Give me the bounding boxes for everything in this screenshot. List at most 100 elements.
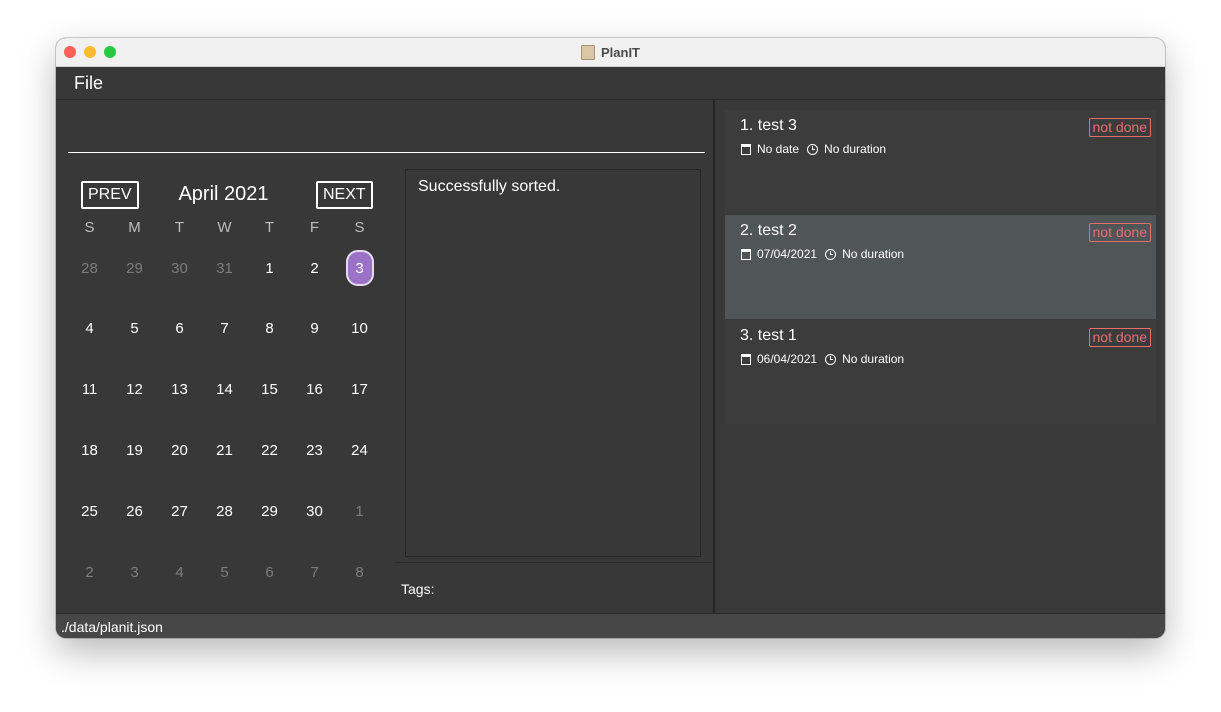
menu-file[interactable]: File bbox=[74, 73, 103, 94]
calendar-day[interactable]: 28 bbox=[202, 491, 247, 531]
calendar-day[interactable]: 16 bbox=[292, 369, 337, 409]
result-message: Successfully sorted. bbox=[418, 178, 561, 195]
result-panel: Successfully sorted. bbox=[395, 163, 712, 561]
calendar-day[interactable]: 14 bbox=[202, 369, 247, 409]
task-meta: 06/04/2021 No duration bbox=[741, 352, 904, 366]
calendar-day[interactable]: 10 bbox=[337, 308, 382, 348]
prev-month-button[interactable]: PREV bbox=[81, 181, 139, 209]
clock-icon bbox=[825, 353, 837, 365]
weekday-label: T bbox=[264, 219, 275, 236]
calendar-day[interactable]: 6 bbox=[247, 552, 292, 592]
status-bar: ./data/planit.json bbox=[56, 613, 1165, 638]
calendar-day[interactable]: 29 bbox=[247, 491, 292, 531]
calendar-day-today-cell[interactable]: 3 bbox=[337, 248, 382, 288]
calendar-day[interactable]: 1 bbox=[337, 491, 382, 531]
calendar-day[interactable]: 20 bbox=[157, 430, 202, 470]
calendar-day[interactable]: 2 bbox=[292, 248, 337, 288]
weekday-label: F bbox=[309, 219, 320, 236]
calendar-icon bbox=[741, 248, 751, 260]
task-title: 1. test 3 bbox=[740, 117, 797, 134]
calendar-day[interactable]: 1 bbox=[247, 248, 292, 288]
weekday-label: M bbox=[128, 219, 141, 236]
weekday-label: W bbox=[217, 219, 232, 236]
clock-icon bbox=[807, 143, 819, 155]
task-date: No date bbox=[757, 142, 800, 156]
task-duration: No duration bbox=[842, 247, 905, 261]
calendar-day[interactable]: 4 bbox=[157, 552, 202, 592]
calendar-week-row: 28 29 30 31 1 2 3 bbox=[67, 248, 382, 288]
calendar-icon bbox=[741, 353, 751, 365]
task-status-badge: not done bbox=[1088, 223, 1151, 242]
task-title: 3. test 1 bbox=[740, 327, 797, 344]
weekday-label: S bbox=[84, 219, 95, 236]
result-display[interactable]: Successfully sorted. bbox=[405, 169, 701, 557]
calendar-day[interactable]: 30 bbox=[292, 491, 337, 531]
calendar-weekday-header: S M T W T F S bbox=[67, 218, 382, 238]
task-duration: No duration bbox=[824, 142, 887, 156]
task-date: 06/04/2021 bbox=[757, 352, 818, 366]
clock-icon bbox=[825, 248, 837, 260]
calendar-day[interactable]: 2 bbox=[67, 552, 112, 592]
task-date: 07/04/2021 bbox=[757, 247, 818, 261]
menu-bar: File bbox=[56, 67, 1165, 100]
task-status-badge: not done bbox=[1088, 118, 1151, 137]
next-month-button[interactable]: NEXT bbox=[316, 181, 373, 209]
calendar-month-label: April 2021 bbox=[178, 183, 269, 205]
calendar-day[interactable]: 5 bbox=[202, 552, 247, 592]
weekday-label: S bbox=[354, 219, 365, 236]
calendar-day[interactable]: 17 bbox=[337, 369, 382, 409]
app-window: PlanIT File PREV April 2021 NEXT S M T W… bbox=[56, 38, 1165, 638]
weekday-label: T bbox=[174, 219, 185, 236]
calendar-week-row: 25 26 27 28 29 30 1 bbox=[67, 491, 382, 531]
task-card[interactable]: 1. test 3 not done No date No duration bbox=[725, 110, 1156, 214]
calendar-day[interactable]: 8 bbox=[337, 552, 382, 592]
calendar-week-row: 11 12 13 14 15 16 17 bbox=[67, 369, 382, 409]
calendar-day[interactable]: 8 bbox=[247, 308, 292, 348]
calendar-day[interactable]: 6 bbox=[157, 308, 202, 348]
task-title: 2. test 2 bbox=[740, 222, 797, 239]
calendar-day[interactable]: 18 bbox=[67, 430, 112, 470]
calendar-day[interactable]: 29 bbox=[112, 248, 157, 288]
window-title-wrap: PlanIT bbox=[56, 38, 1165, 66]
calendar-day[interactable]: 21 bbox=[202, 430, 247, 470]
calendar-day[interactable]: 23 bbox=[292, 430, 337, 470]
calendar-day[interactable]: 28 bbox=[67, 248, 112, 288]
calendar-week-row: 18 19 20 21 22 23 24 bbox=[67, 430, 382, 470]
calendar-panel: PREV April 2021 NEXT S M T W T F S 28 29… bbox=[56, 163, 394, 613]
task-card[interactable]: 3. test 1 not done 06/04/2021 No duratio… bbox=[725, 320, 1156, 424]
calendar-icon bbox=[741, 143, 751, 155]
calendar-day[interactable]: 27 bbox=[157, 491, 202, 531]
command-box bbox=[56, 100, 712, 162]
calendar-day[interactable]: 26 bbox=[112, 491, 157, 531]
calendar-day[interactable]: 7 bbox=[292, 552, 337, 592]
calendar-day[interactable]: 25 bbox=[67, 491, 112, 531]
command-input[interactable] bbox=[68, 110, 705, 153]
calendar-day[interactable]: 3 bbox=[112, 552, 157, 592]
status-file-path: ./data/planit.json bbox=[61, 619, 163, 635]
calendar-day[interactable]: 9 bbox=[292, 308, 337, 348]
calendar-day[interactable]: 13 bbox=[157, 369, 202, 409]
calendar-week-row: 2 3 4 5 6 7 8 bbox=[67, 552, 382, 592]
task-duration: No duration bbox=[842, 352, 905, 366]
calendar-day[interactable]: 24 bbox=[337, 430, 382, 470]
task-card-selected[interactable]: 2. test 2 not done 07/04/2021 No duratio… bbox=[725, 215, 1156, 319]
tags-label: Tags: bbox=[401, 581, 435, 597]
calendar-day[interactable]: 19 bbox=[112, 430, 157, 470]
title-bar: PlanIT bbox=[56, 38, 1165, 67]
calendar-day[interactable]: 5 bbox=[112, 308, 157, 348]
calendar-day[interactable]: 11 bbox=[67, 369, 112, 409]
calendar-day-today[interactable]: 3 bbox=[345, 250, 374, 286]
calendar-day[interactable]: 7 bbox=[202, 308, 247, 348]
calendar-day[interactable]: 4 bbox=[67, 308, 112, 348]
task-meta: 07/04/2021 No duration bbox=[741, 247, 904, 261]
window-title: PlanIT bbox=[600, 44, 640, 60]
task-status-badge: not done bbox=[1088, 328, 1151, 347]
calendar-day[interactable]: 30 bbox=[157, 248, 202, 288]
task-meta: No date No duration bbox=[741, 142, 886, 156]
calendar-day[interactable]: 15 bbox=[247, 369, 292, 409]
calendar-day[interactable]: 31 bbox=[202, 248, 247, 288]
app-icon bbox=[580, 44, 595, 60]
calendar-day[interactable]: 22 bbox=[247, 430, 292, 470]
calendar-day[interactable]: 12 bbox=[112, 369, 157, 409]
calendar-week-row: 4 5 6 7 8 9 10 bbox=[67, 308, 382, 348]
